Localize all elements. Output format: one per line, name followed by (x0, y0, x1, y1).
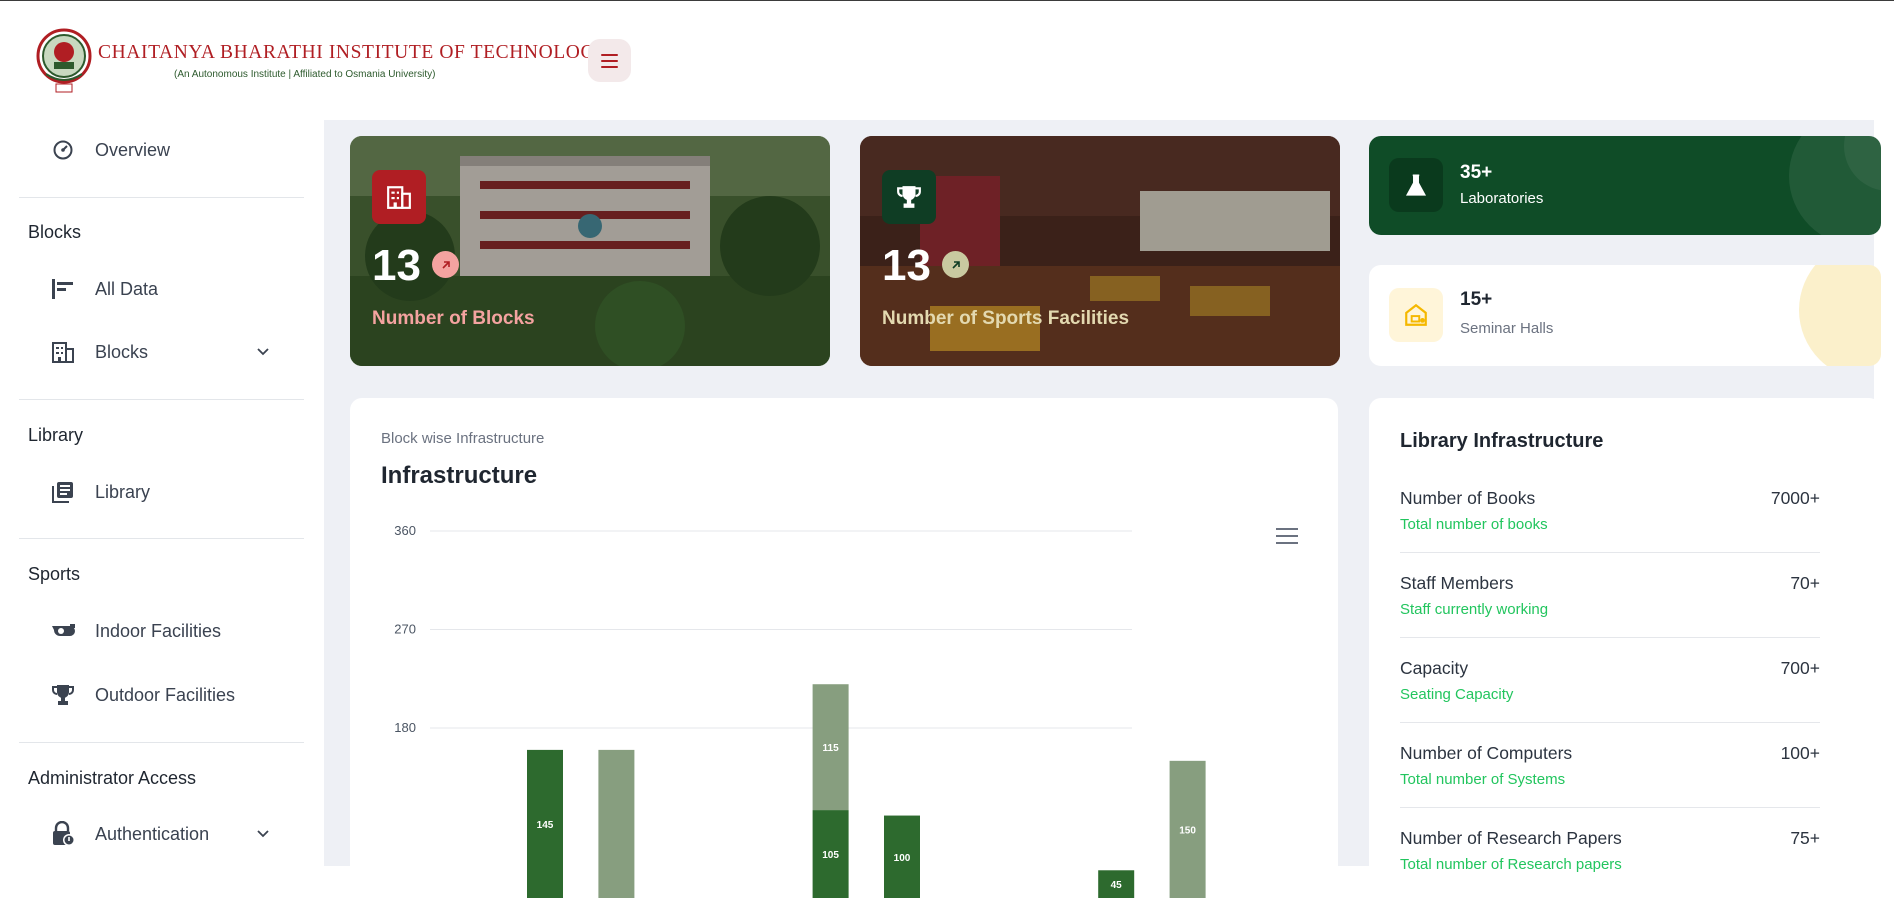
library-title: Library Infrastructure (1400, 430, 1604, 452)
building-icon (50, 339, 76, 365)
y-tick-label: 270 (394, 622, 416, 637)
blocks-count: 13 (372, 241, 421, 290)
sidebar-item-library[interactable]: Library (50, 476, 290, 508)
row-name: Number of Computers (1400, 743, 1573, 763)
institute-logo[interactable]: CHAITANYA BHARATHI INSTITUTE OF TECHNOLO… (36, 26, 610, 96)
divider (19, 538, 304, 539)
y-tick-label: 180 (394, 720, 416, 735)
section-title-blocks: Blocks (28, 222, 82, 242)
row-value: 700+ (1780, 658, 1820, 678)
row-description: Total number of books (1400, 516, 1548, 533)
main-content: 13 Number of Blocks 13 Number of Sports … (324, 120, 1881, 898)
decorative-shape (1789, 136, 1881, 235)
bar-data-label: 150 (1179, 825, 1196, 836)
sports-label: Number of Sports Facilities (882, 308, 1130, 329)
row-value: 75+ (1790, 828, 1820, 848)
divider (19, 197, 304, 198)
logo-subtitle: (An Autonomous Institute | Affiliated to… (174, 69, 436, 80)
section-title-sports: Sports (28, 564, 81, 584)
divider (19, 399, 304, 400)
infrastructure-chart-card: Block wise Infrastructure Infrastructure… (350, 398, 1338, 898)
library-row-staff: Staff Members 70+ Staff currently workin… (1400, 573, 1820, 658)
library-row-computers: Number of Computers 100+ Total number of… (1400, 743, 1820, 828)
arrow-up-right-icon (942, 251, 969, 278)
bar-data-label: 115 (823, 743, 840, 754)
row-value: 70+ (1790, 573, 1820, 593)
row-value: 7000+ (1770, 488, 1820, 508)
decorative-shape (1799, 265, 1881, 366)
bar-data-label: 100 (894, 853, 911, 864)
lock-icon (50, 821, 76, 847)
blocks-label: Number of Blocks (372, 308, 535, 329)
presentation-icon (1389, 288, 1443, 342)
sports-count: 13 (882, 241, 931, 290)
flask-icon (1389, 158, 1443, 212)
chevron-down-icon[interactable] (256, 344, 270, 363)
sidebar-item-blocks[interactable]: Blocks (50, 336, 290, 368)
trophy-icon (882, 170, 936, 224)
row-name: Staff Members (1400, 573, 1514, 593)
hamburger-icon[interactable] (588, 39, 631, 82)
row-name: Number of Research Papers (1400, 828, 1622, 848)
institute-seal-icon (36, 26, 92, 96)
row-name: Capacity (1400, 658, 1469, 678)
chart-bar[interactable] (598, 749, 635, 898)
top-border (0, 0, 1894, 1)
row-value: 100+ (1780, 743, 1820, 763)
y-tick-label: 360 (394, 523, 416, 538)
sidebar-item-label: Authentication (95, 823, 210, 844)
arrow-up-right-icon (432, 251, 459, 278)
row-description: Seating Capacity (1400, 686, 1514, 703)
library-infrastructure-card: Library Infrastructure Number of Books 7… (1369, 398, 1881, 898)
laboratories-card[interactable]: 35+ Laboratories (1369, 136, 1881, 235)
laboratories-label: Laboratories (1460, 190, 1544, 207)
chevron-down-icon[interactable] (256, 826, 270, 845)
divider (1400, 552, 1820, 553)
seminar-halls-value: 15+ (1460, 289, 1493, 310)
laboratories-value: 35+ (1460, 162, 1493, 183)
sidebar-item-label: Indoor Facilities (95, 620, 222, 641)
row-description: Staff currently working (1400, 601, 1549, 618)
row-name: Number of Books (1400, 488, 1536, 508)
blocks-card[interactable]: 13 Number of Blocks (350, 136, 830, 366)
logo-title: CHAITANYA BHARATHI INSTITUTE OF TECHNOLO… (98, 42, 610, 63)
library-row-books: Number of Books 7000+ Total number of bo… (1400, 488, 1820, 573)
row-description: Total number of Systems (1400, 771, 1566, 788)
sidebar-item-label: Overview (95, 139, 171, 160)
sidebar-item-label: All Data (95, 278, 159, 299)
sidebar-item-indoor-facilities[interactable]: Indoor Facilities (50, 615, 290, 647)
divider (19, 742, 304, 743)
sidebar-item-all-data[interactable]: All Data (50, 273, 290, 305)
bar-data-label: 105 (822, 850, 839, 861)
row-description: Total number of Research papers (1400, 856, 1622, 873)
divider (1400, 722, 1820, 723)
sidebar-item-label: Library (95, 481, 151, 502)
seminar-halls-card[interactable]: 15+ Seminar Halls (1369, 265, 1881, 366)
divider (1400, 637, 1820, 638)
infrastructure-chart: 180270360151451051151004515010 (394, 523, 1265, 898)
sidebar-item-outdoor-facilities[interactable]: Outdoor Facilities (50, 679, 290, 711)
trophy-icon (50, 682, 76, 708)
sidebar-item-authentication[interactable]: Authentication (50, 818, 290, 850)
library-row-research-papers: Number of Research Papers 75+ Total numb… (1400, 828, 1820, 898)
sidebar-item-label: Outdoor Facilities (95, 684, 236, 705)
bar-list-icon (50, 276, 76, 302)
whistle-icon (50, 618, 76, 644)
section-title-administrator-access: Administrator Access (28, 768, 197, 788)
sidebar-item-overview[interactable]: Overview (50, 134, 290, 166)
sports-card[interactable]: 13 Number of Sports Facilities (860, 136, 1340, 366)
building-icon (372, 170, 426, 224)
sidebar: Overview Blocks All Data Blocks Library … (0, 120, 324, 866)
dashboard-icon (50, 137, 76, 163)
section-title-library: Library (28, 425, 84, 445)
library-icon (50, 479, 76, 505)
sidebar-item-label: Blocks (95, 341, 149, 362)
library-row-capacity: Capacity 700+ Seating Capacity (1400, 658, 1820, 743)
bar-data-label: 145 (537, 820, 554, 831)
divider (1400, 807, 1820, 808)
seminar-halls-label: Seminar Halls (1460, 320, 1554, 337)
bar-data-label: 45 (1111, 880, 1123, 891)
